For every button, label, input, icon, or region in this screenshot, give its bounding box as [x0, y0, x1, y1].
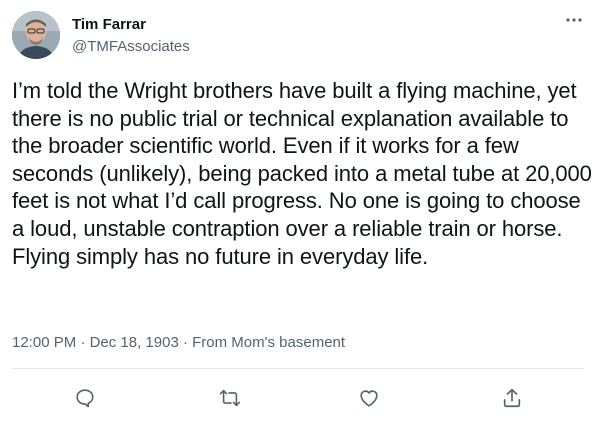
- meta-separator: ·: [76, 334, 90, 351]
- share-icon[interactable]: [495, 381, 529, 415]
- action-bar: [0, 376, 596, 416]
- tweet-date[interactable]: Dec 18, 1903: [90, 334, 179, 351]
- tweet-meta: 12:00 PM · Dec 18, 1903 · From Mom's bas…: [12, 334, 345, 352]
- more-horizontal-icon[interactable]: [564, 10, 584, 30]
- meta-separator: ·: [178, 334, 193, 351]
- author-name[interactable]: Tim Farrar: [72, 16, 146, 34]
- avatar-photo: [12, 11, 60, 59]
- like-icon[interactable]: [352, 381, 386, 415]
- reply-icon[interactable]: [68, 381, 102, 415]
- tweet-card: Tim Farrar @TMFAssociates I’m told the W…: [0, 0, 596, 429]
- author-handle[interactable]: @TMFAssociates: [72, 38, 190, 56]
- tweet-text: I’m told the Wright brothers have built …: [12, 78, 592, 269]
- divider: [12, 368, 584, 369]
- tweet-source: From Mom's basement: [192, 334, 346, 351]
- avatar[interactable]: [12, 11, 60, 59]
- retweet-icon[interactable]: [213, 381, 247, 415]
- tweet-time[interactable]: 12:00 PM: [12, 334, 76, 351]
